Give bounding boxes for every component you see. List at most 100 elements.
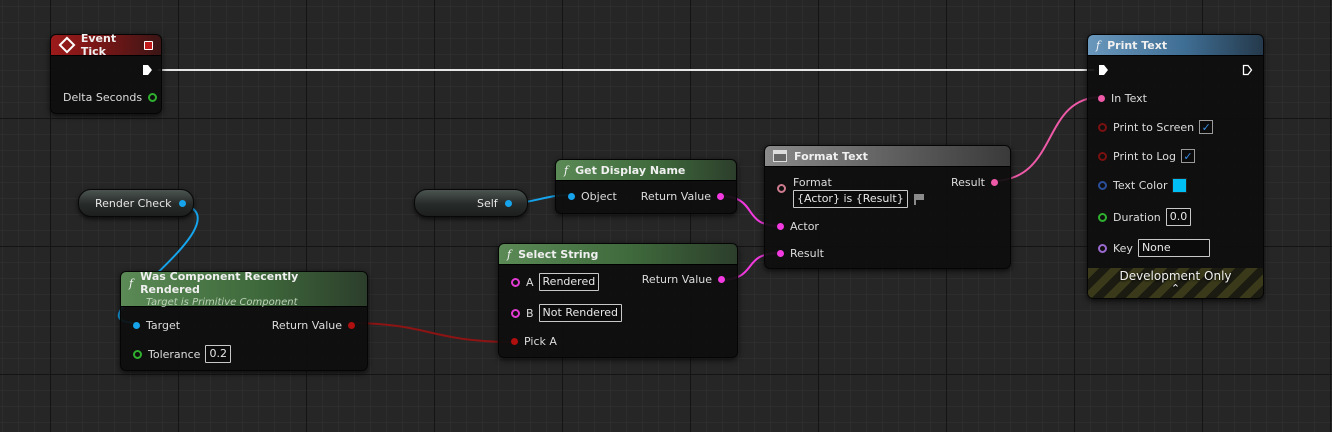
key-pin[interactable]: Key None — [1098, 239, 1210, 257]
float-pin-icon — [148, 93, 158, 102]
key-label: Key — [1113, 241, 1133, 255]
delta-seconds-pin[interactable]: Delta Seconds — [63, 91, 158, 104]
event-tick-node[interactable]: Event Tick Delta Seconds — [50, 32, 162, 114]
text-color-pin[interactable]: Text Color — [1098, 178, 1188, 193]
delta-seconds-label: Delta Seconds — [63, 91, 143, 104]
print-text-exec-in[interactable] — [1098, 64, 1109, 76]
event-tick-header[interactable]: Event Tick — [51, 32, 161, 58]
development-only-banner[interactable]: Development Only ⌃ — [1088, 268, 1263, 298]
select-string-title: Select String — [518, 247, 599, 261]
format-result-out-pin[interactable]: Result — [951, 176, 998, 189]
render-check-variable[interactable]: Render Check — [78, 189, 194, 217]
wcrr-header[interactable]: f Was Component Recently Rendered Target… — [121, 270, 367, 308]
development-only-label: Development Only — [1119, 269, 1232, 283]
exec-pin-icon — [143, 65, 152, 75]
wcrr-title: Was Component Recently Rendered — [140, 270, 299, 296]
pick-a-label: Pick A — [524, 335, 557, 348]
event-badge-icon — [144, 40, 153, 50]
exec-pin-icon — [1099, 65, 1108, 75]
duration-label: Duration — [1113, 210, 1161, 224]
bool-pin-icon — [511, 338, 518, 345]
target-label: Target — [146, 319, 181, 332]
key-input[interactable]: None — [1137, 239, 1210, 257]
b-input[interactable]: Not Rendered — [538, 304, 622, 322]
event-diamond-icon — [58, 36, 76, 54]
print-to-screen-pin[interactable]: Print to Screen ✓ — [1098, 120, 1214, 134]
self-label: Self — [477, 196, 498, 210]
format-label: Format — [793, 176, 832, 189]
actor-label: Actor — [790, 220, 819, 233]
duration-pin[interactable]: Duration 0.0 — [1098, 208, 1192, 226]
format-result-in-pin[interactable]: Result — [777, 247, 824, 260]
print-text-node[interactable]: f Print Text In Text Print to Screen ✓ P… — [1087, 34, 1264, 299]
b-label: B — [526, 306, 534, 320]
print-to-log-checkbox[interactable]: ✓ — [1181, 149, 1195, 163]
render-check-label: Render Check — [95, 196, 172, 210]
print-text-exec-out[interactable] — [1242, 64, 1253, 76]
event-tick-exec-out[interactable] — [142, 64, 153, 76]
print-to-screen-label: Print to Screen — [1113, 120, 1195, 134]
float-pin-icon — [1098, 212, 1107, 222]
flag-icon[interactable] — [913, 193, 924, 205]
text-pin-icon — [991, 179, 998, 186]
select-string-header[interactable]: f Select String — [499, 244, 737, 265]
print-text-header[interactable]: f Print Text — [1088, 35, 1263, 56]
string-pin-icon — [777, 223, 784, 230]
target-pin[interactable]: Target — [133, 319, 180, 332]
print-text-title: Print Text — [1107, 38, 1168, 52]
gdn-return-pin[interactable]: Return Value — [641, 190, 724, 203]
event-tick-title: Event Tick — [80, 32, 117, 58]
bool-pin-icon — [348, 322, 355, 329]
object-pin-icon — [133, 322, 140, 329]
actor-pin[interactable]: Actor — [777, 220, 819, 233]
string-pin-icon — [717, 193, 724, 200]
get-display-name-node[interactable]: f Get Display Name Object Return Value — [555, 159, 737, 214]
function-icon: f — [507, 247, 512, 261]
wcrr-return-pin[interactable]: Return Value — [272, 319, 355, 332]
select-return-pin[interactable]: Return Value — [642, 273, 725, 286]
string-pin-icon — [511, 277, 520, 287]
a-input[interactable]: Rendered — [538, 273, 600, 291]
wcrr-return-label: Return Value — [271, 319, 342, 332]
format-input[interactable]: {Actor} is {Result} — [793, 190, 908, 208]
tolerance-label: Tolerance — [148, 347, 201, 361]
format-result-out-label: Result — [951, 176, 985, 189]
format-result-in-label: Result — [790, 247, 824, 260]
gdn-header[interactable]: f Get Display Name — [556, 160, 736, 181]
tolerance-pin[interactable]: Tolerance 0.2 — [133, 345, 231, 363]
format-text-node[interactable]: Format Text Format {Actor} is {Result} R… — [764, 145, 1011, 269]
a-label: A — [526, 275, 534, 289]
object-pin-icon — [504, 199, 512, 207]
select-string-node[interactable]: f Select String A Rendered Return Value … — [498, 243, 738, 358]
a-pin[interactable]: A Rendered — [511, 273, 600, 291]
in-text-pin[interactable]: In Text — [1098, 92, 1147, 105]
bool-pin-icon — [1098, 122, 1107, 132]
function-icon: f — [1096, 38, 1101, 52]
duration-input[interactable]: 0.0 — [1165, 208, 1192, 226]
print-to-log-label: Print to Log — [1113, 149, 1176, 163]
b-pin[interactable]: B Not Rendered — [511, 304, 622, 322]
tolerance-input[interactable]: 0.2 — [205, 345, 231, 363]
exec-pin-icon — [1242, 64, 1253, 76]
gdn-title: Get Display Name — [575, 163, 686, 177]
self-variable[interactable]: Self — [414, 189, 528, 217]
format-text-header[interactable]: Format Text — [765, 146, 1010, 167]
object-label: Object — [581, 190, 617, 203]
struct-pin-icon — [1098, 181, 1107, 190]
float-pin-icon — [133, 349, 142, 359]
text-color-swatch[interactable] — [1172, 178, 1188, 193]
in-text-label: In Text — [1111, 92, 1147, 105]
text-pin-icon — [777, 184, 786, 193]
expand-chevron-icon[interactable]: ⌃ — [1088, 283, 1263, 294]
object-pin[interactable]: Object — [568, 190, 617, 203]
pick-a-pin[interactable]: Pick A — [511, 335, 557, 348]
was-component-recently-rendered-node[interactable]: f Was Component Recently Rendered Target… — [120, 270, 368, 371]
format-text-icon — [773, 150, 787, 162]
bool-pin-icon — [1098, 151, 1107, 161]
string-pin-icon — [777, 250, 784, 257]
print-to-log-pin[interactable]: Print to Log ✓ — [1098, 149, 1195, 163]
print-to-screen-checkbox[interactable]: ✓ — [1199, 120, 1214, 134]
format-pin[interactable]: Format {Actor} is {Result} — [777, 176, 924, 208]
bool-to-picka-wire — [348, 322, 515, 343]
select-return-label: Return Value — [641, 273, 712, 286]
